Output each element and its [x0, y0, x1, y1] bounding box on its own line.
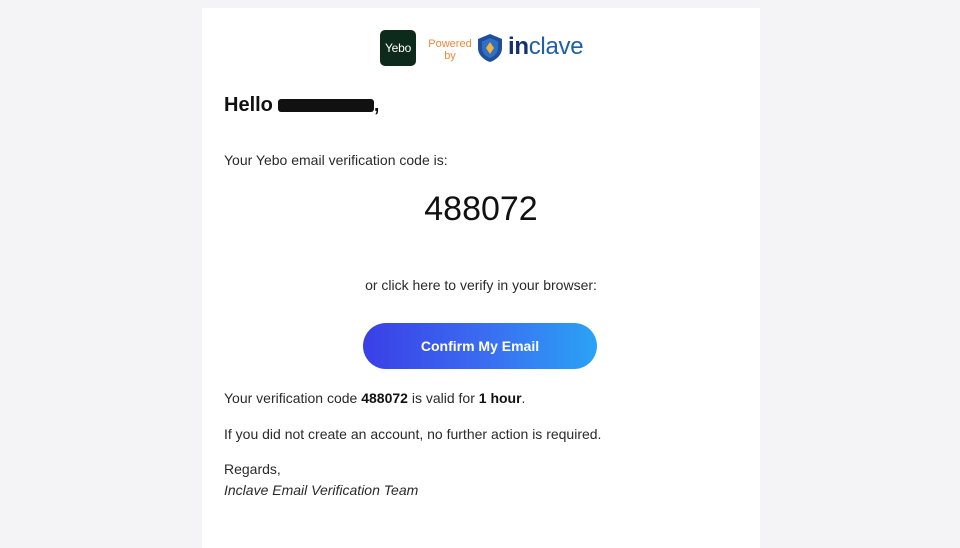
greeting-suffix: ,	[373, 94, 380, 116]
validity-code: 488072	[361, 390, 408, 406]
inclave-logo: inclave	[508, 33, 584, 61]
yebo-logo-text: Yebo	[384, 41, 412, 55]
confirm-email-button[interactable]: Confirm My Email	[363, 323, 597, 369]
validity-prefix: Your verification code	[224, 390, 362, 406]
team-signature: Inclave Email Verification Team	[224, 482, 419, 498]
inclave-shield-icon	[478, 34, 502, 62]
validity-suffix: .	[521, 390, 526, 406]
browser-verify-prompt: or click here to verify in your browser:	[365, 277, 597, 293]
greeting: Hello ,	[224, 94, 379, 117]
powered-by-line-2: by	[444, 50, 456, 62]
validity-duration: 1 hour	[478, 390, 522, 406]
redacted-username	[277, 99, 374, 112]
inclave-logo-rest: clave	[528, 33, 584, 60]
email-header: Yebo Powered by inclave	[202, 30, 760, 70]
powered-by-line-1: Powered	[428, 38, 472, 50]
no-action-notice: If you did not create an account, no fur…	[224, 426, 602, 442]
inclave-logo-bold: in	[508, 33, 529, 60]
email-card: Yebo Powered by inclave Hello , Your Yeb…	[202, 8, 760, 548]
regards-text: Regards,	[224, 461, 281, 477]
validity-middle: is valid for	[407, 390, 479, 406]
powered-by-label: Powered by	[426, 38, 474, 62]
greeting-text: Hello	[224, 94, 273, 116]
code-validity-text: Your verification code 488072 is valid f…	[224, 390, 525, 406]
verification-intro: Your Yebo email verification code is:	[224, 152, 448, 168]
verification-code: 488072	[424, 190, 538, 228]
yebo-logo: Yebo	[380, 30, 416, 66]
